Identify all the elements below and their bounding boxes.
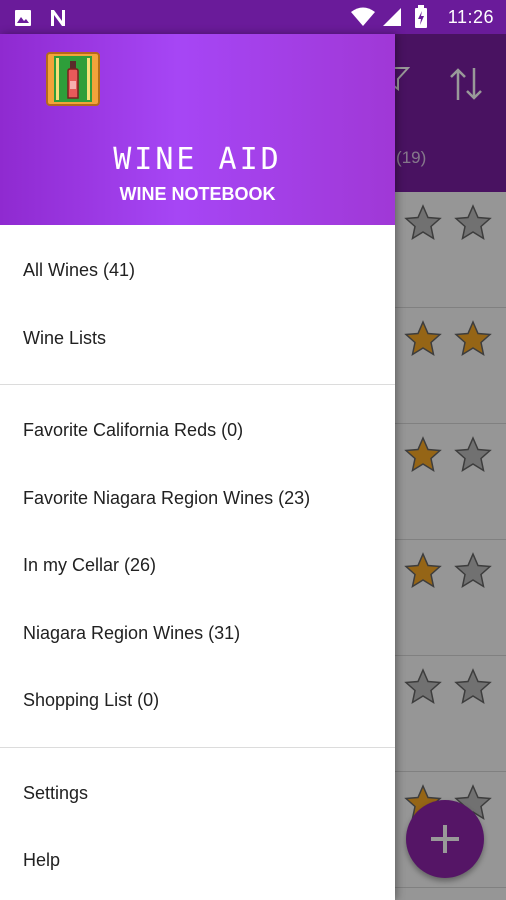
status-bar: 11:26 — [0, 0, 506, 34]
battery-icon — [415, 5, 427, 28]
menu-item-wine-lists[interactable]: Wine Lists — [0, 305, 395, 373]
status-time: 11:26 — [447, 7, 494, 27]
menu-item-niagara-region-wines[interactable]: Niagara Region Wines (31) — [0, 600, 395, 668]
wifi-icon — [351, 7, 375, 26]
menu-section-main: All Wines (41) Wine Lists — [0, 225, 395, 384]
wine-notebook-icon — [46, 52, 100, 106]
menu-item-shopping-list[interactable]: Shopping List (0) — [0, 667, 395, 735]
navigation-drawer: WINE AID WINE NOTEBOOK All Wines (41) Wi… — [0, 34, 395, 900]
menu-item-in-my-cellar[interactable]: In my Cellar (26) — [0, 532, 395, 600]
image-icon — [15, 10, 31, 26]
menu-section-app: Settings Help — [0, 748, 395, 900]
drawer-header: WINE AID WINE NOTEBOOK — [0, 34, 395, 225]
drawer-menu: All Wines (41) Wine Lists Favorite Calif… — [0, 225, 395, 900]
menu-item-favorite-niagara-wines[interactable]: Favorite Niagara Region Wines (23) — [0, 465, 395, 533]
app-title: WINE AID — [113, 142, 282, 177]
menu-item-favorite-california-reds[interactable]: Favorite California Reds (0) — [0, 397, 395, 465]
menu-item-settings[interactable]: Settings — [0, 760, 395, 828]
cellular-signal-icon — [383, 8, 401, 26]
n-notification-icon — [51, 10, 65, 26]
menu-item-help[interactable]: Help — [0, 827, 395, 895]
menu-item-all-wines[interactable]: All Wines (41) — [0, 237, 395, 305]
menu-section-lists: Favorite California Reds (0) Favorite Ni… — [0, 385, 395, 747]
app-subtitle: WINE NOTEBOOK — [119, 184, 276, 204]
